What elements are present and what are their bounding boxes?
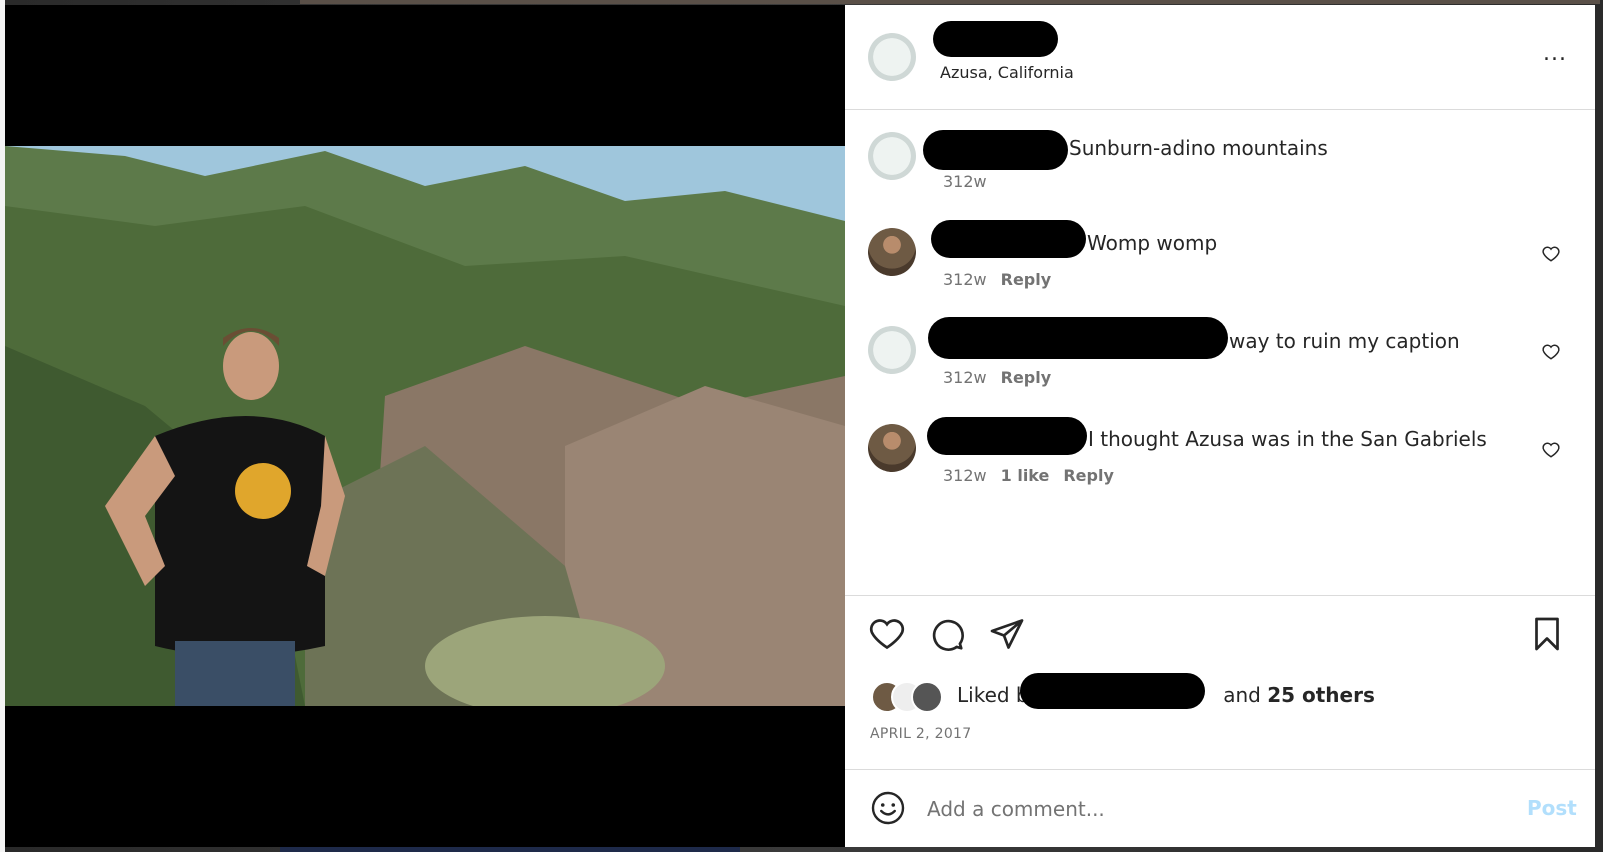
heart-icon[interactable]: [869, 616, 905, 652]
comment-avatar[interactable]: [868, 424, 916, 472]
comment-avatar[interactable]: [868, 228, 916, 276]
backdrop-strip: [300, 0, 1600, 4]
bookmark-icon[interactable]: [1529, 616, 1565, 652]
more-options-icon[interactable]: ...: [1543, 41, 1567, 66]
comment-time: 312w: [943, 466, 987, 485]
comment-text: I thought Azusa was in the San Gabriels: [1088, 427, 1487, 451]
liked-by-others-link[interactable]: 25 others: [1267, 683, 1375, 707]
post-modal: Azusa, California ... Sunburn-adino moun…: [5, 5, 1595, 847]
comment-time: 312w: [943, 368, 987, 387]
caption-text: Sunburn-adino mountains: [1069, 136, 1328, 160]
add-comment-input[interactable]: [925, 791, 1489, 827]
post-location[interactable]: Azusa, California: [940, 63, 1074, 82]
comment-like-heart-icon[interactable]: [1542, 245, 1560, 263]
post-button[interactable]: Post: [1527, 796, 1577, 820]
redacted-username: [923, 130, 1068, 170]
redacted-username: [927, 417, 1087, 455]
redacted-username: [933, 21, 1058, 57]
comment-text: Womp womp: [1087, 231, 1218, 255]
caption-time: 312w: [943, 172, 987, 191]
reply-button[interactable]: Reply: [1001, 368, 1052, 387]
liker-avatar[interactable]: [911, 681, 943, 713]
comment-text: way to ruin my caption: [1229, 329, 1460, 353]
post-photo: [5, 146, 845, 706]
post-date: APRIL 2, 2017: [870, 726, 972, 742]
reply-button[interactable]: Reply: [1001, 270, 1052, 289]
comment-like-heart-icon[interactable]: [1542, 343, 1560, 361]
comment-likes-count[interactable]: 1 like: [1001, 466, 1050, 485]
paper-plane-icon[interactable]: [989, 616, 1025, 652]
caption-author-avatar[interactable]: [868, 132, 916, 180]
author-avatar[interactable]: [868, 33, 916, 81]
smiley-icon[interactable]: [870, 790, 906, 826]
post-header: Azusa, California ...: [845, 5, 1595, 110]
redacted-username: [1020, 673, 1205, 709]
comment-like-heart-icon[interactable]: [1542, 441, 1560, 459]
comment-meta: 312w Reply: [943, 368, 1051, 387]
post-sidebar: Azusa, California ... Sunburn-adino moun…: [845, 5, 1595, 847]
mountain-photo-image: [5, 146, 845, 706]
comment-meta: 312w 1 like Reply: [943, 466, 1114, 485]
comment-avatar[interactable]: [868, 326, 916, 374]
reply-button[interactable]: Reply: [1063, 466, 1114, 485]
composer-divider: [845, 769, 1595, 770]
post-media: [5, 5, 845, 847]
actions-divider: [845, 595, 1595, 596]
comment-meta: 312w Reply: [943, 270, 1051, 289]
liked-by-and: and: [1223, 683, 1261, 707]
comment-bubble-icon[interactable]: [929, 616, 965, 652]
redacted-username: [931, 220, 1086, 258]
comment-time: 312w: [943, 270, 987, 289]
redacted-username: [928, 317, 1228, 359]
